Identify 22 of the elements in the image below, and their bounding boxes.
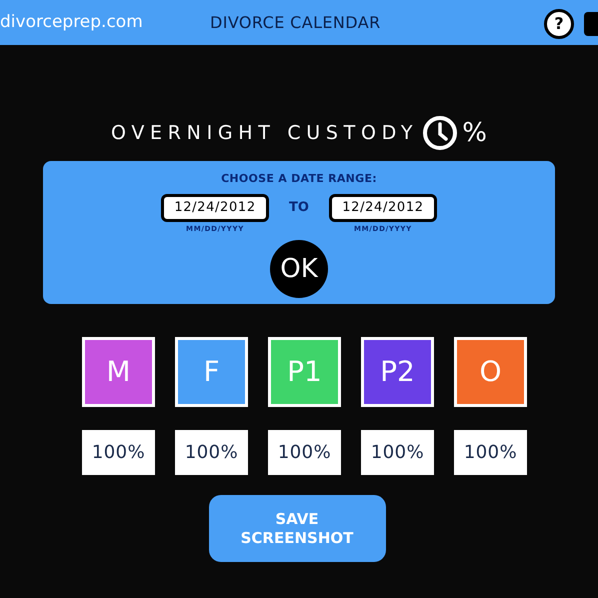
end-date-field[interactable]: 12/24/2012 [328,194,437,222]
percent-value: 100% [175,430,248,475]
start-date-field[interactable]: 12/24/2012 [161,194,270,222]
party-tile[interactable]: M [82,337,155,407]
site-name[interactable]: divorceprep.com [0,10,143,36]
party-tile[interactable]: P1 [268,337,341,407]
section-heading: OVERNIGHT CUSTODY [111,120,418,146]
percent-sign: % [462,116,487,150]
percent-value: 100% [82,430,155,475]
help-button[interactable]: ? [544,9,574,39]
percent-value: 100% [268,430,341,475]
party-tile[interactable]: P2 [361,337,434,407]
clock-icon [422,115,458,151]
date-range-label: CHOOSE A DATE RANGE: [221,171,377,187]
percent-value: 100% [454,430,527,475]
party-tile[interactable]: F [175,337,248,407]
ok-button[interactable]: OK [270,240,328,298]
app-title: DIVORCE CALENDAR [210,12,381,34]
percent-value: 100% [361,430,434,475]
save-screenshot-button[interactable]: SAVE SCREENSHOT [208,495,386,562]
party-tile[interactable]: O [454,337,527,407]
to-label: TO [288,198,310,216]
